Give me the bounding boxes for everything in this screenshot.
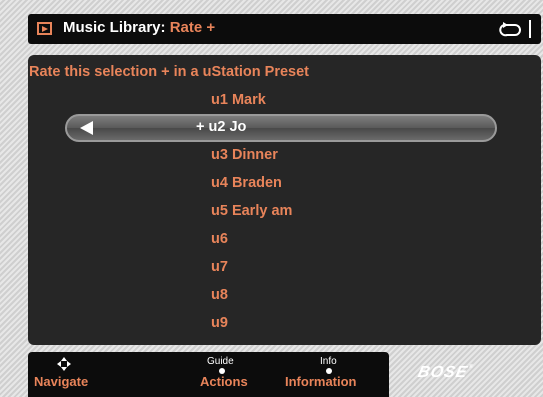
instruction-text: Rate this selection + in a uStation Pres… (29, 64, 310, 80)
preset-item-u9[interactable]: u9 (211, 315, 228, 331)
preset-item-u6[interactable]: u6 (211, 231, 228, 247)
actions-label[interactable]: Actions (200, 374, 248, 389)
guide-hint: Guide (207, 356, 234, 367)
info-hint: Info (320, 356, 337, 367)
back-icon[interactable] (499, 20, 523, 38)
page-title: Music Library: Rate + (63, 19, 215, 36)
page-subtitle: Rate + (169, 19, 216, 36)
preset-item-u7[interactable]: u7 (211, 259, 228, 275)
preset-item-u4[interactable]: u4 Braden (211, 175, 282, 191)
header-divider (529, 20, 531, 38)
left-arrow-icon (80, 121, 93, 135)
preset-item-u1[interactable]: u1 Mark (211, 92, 266, 108)
preset-item-u8[interactable]: u8 (211, 287, 228, 303)
information-label[interactable]: Information (285, 374, 357, 389)
selected-preset-highlight[interactable] (65, 114, 497, 142)
navigate-icon (57, 357, 71, 371)
preset-item-u5[interactable]: u5 Early am (211, 203, 292, 219)
navigate-label: Navigate (34, 374, 89, 389)
title-bar: Music Library: Rate + (28, 14, 541, 44)
preset-list-panel (28, 55, 541, 345)
preset-item-u3[interactable]: u3 Dinner (211, 147, 278, 163)
play-icon (37, 22, 52, 35)
page-title-label: Music Library: (63, 19, 166, 36)
bose-logo: BOSE (416, 364, 475, 382)
preset-item-u2[interactable]: + u2 Jo (196, 119, 246, 135)
